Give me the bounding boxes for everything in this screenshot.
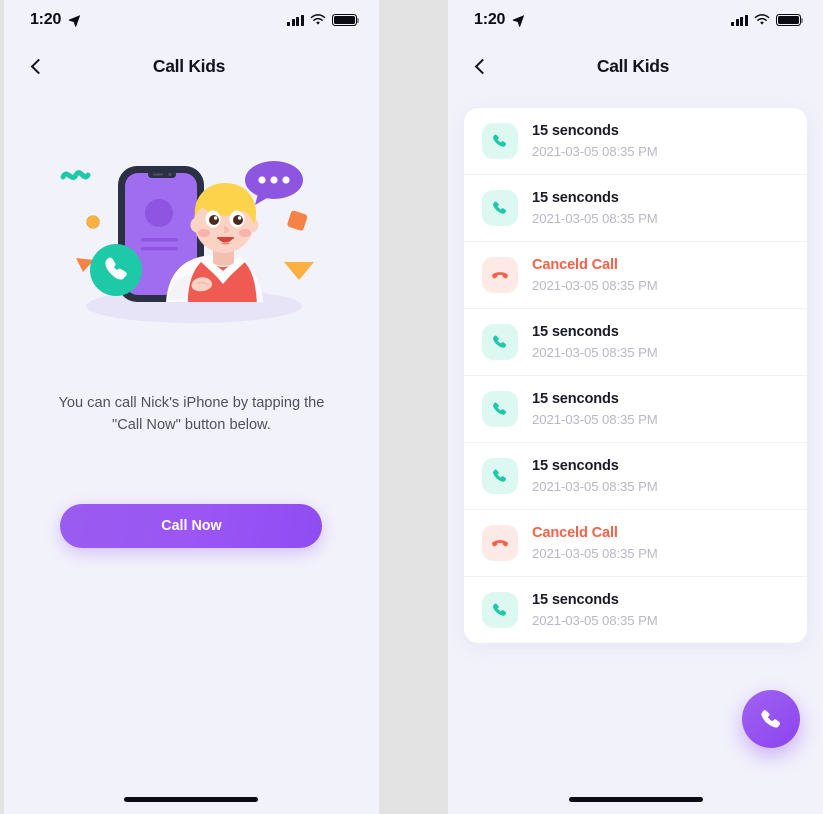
call-row-text: 15 senconds 2021-03-05 08:35 PM <box>532 458 658 494</box>
answered-call-icon-badge <box>482 123 518 159</box>
call-row-timestamp: 2021-03-05 08:35 PM <box>532 546 658 561</box>
status-bar-indicators <box>287 14 360 26</box>
new-call-fab-button[interactable] <box>742 690 800 748</box>
status-bar-time-group: 1:20 <box>30 11 81 29</box>
wifi-icon <box>310 14 326 25</box>
call-history-row[interactable]: 15 senconds 2021-03-05 08:35 PM <box>464 443 807 510</box>
canceled-call-icon-badge <box>482 525 518 561</box>
call-row-title: 15 senconds <box>532 190 619 206</box>
call-history-row[interactable]: 15 senconds 2021-03-05 08:35 PM <box>464 175 807 242</box>
two-phone-mockup: 1:20 Call Kids You can call Nick's iPhon… <box>0 0 823 814</box>
call-row-text: 15 senconds 2021-03-05 08:35 PM <box>532 324 658 360</box>
call-now-container: Call Now <box>4 504 379 549</box>
nav-bar: Call Kids <box>4 40 379 92</box>
phone-hangup-icon <box>492 540 508 547</box>
boy-with-phone-illustration <box>4 150 379 330</box>
call-row-text: Canceld Call 2021-03-05 08:35 PM <box>532 257 658 293</box>
status-bar: 1:20 <box>4 0 379 40</box>
signal-bars-icon <box>287 14 304 26</box>
answered-call-icon-badge <box>482 190 518 226</box>
call-row-timestamp: 2021-03-05 08:35 PM <box>532 278 658 293</box>
call-row-timestamp: 2021-03-05 08:35 PM <box>532 345 658 360</box>
back-button[interactable] <box>474 58 491 74</box>
phone-screen-call-history: 1:20 Call Kids 15 senconds 2021-03-05 08: <box>448 0 823 814</box>
call-row-text: Canceld Call 2021-03-05 08:35 PM <box>532 525 658 561</box>
call-row-text: 15 senconds 2021-03-05 08:35 PM <box>532 190 658 226</box>
battery-full-icon <box>331 14 360 26</box>
call-row-title: 15 senconds <box>532 592 619 608</box>
battery-full-icon <box>776 14 804 26</box>
phone-handset-icon <box>493 335 507 348</box>
call-history-row[interactable]: 15 senconds 2021-03-05 08:35 PM <box>464 309 807 376</box>
phone-handset-icon <box>493 402 507 415</box>
call-row-title: 15 senconds <box>532 391 619 407</box>
chat-bubble <box>245 161 304 205</box>
call-row-text: 15 senconds 2021-03-05 08:35 PM <box>532 123 658 159</box>
call-now-button[interactable]: Call Now <box>60 504 323 549</box>
menu-button[interactable] <box>334 58 355 75</box>
call-history-row[interactable]: Canceld Call 2021-03-05 08:35 PM <box>464 510 807 577</box>
nav-bar: Call Kids <box>448 40 823 92</box>
status-bar-indicators <box>731 14 804 26</box>
call-history-row[interactable]: Canceld Call 2021-03-05 08:35 PM <box>464 242 807 309</box>
phone-handset-icon <box>493 134 507 147</box>
status-bar-time: 1:20 <box>474 11 506 28</box>
call-history-row[interactable]: 15 senconds 2021-03-05 08:35 PM <box>464 108 807 175</box>
call-history-list: 15 senconds 2021-03-05 08:35 PM 15 sencond… <box>464 108 807 643</box>
page-title: Call Kids <box>596 55 670 76</box>
home-indicator <box>568 797 703 802</box>
call-row-title: 15 senconds <box>532 123 619 139</box>
center-gutter <box>378 0 448 814</box>
call-history-row[interactable]: 15 senconds 2021-03-05 08:35 PM <box>464 376 807 443</box>
call-row-timestamp: 2021-03-05 08:35 PM <box>532 479 658 494</box>
call-row-title: 15 senconds <box>532 458 619 474</box>
location-arrow-icon <box>68 14 81 27</box>
call-row-timestamp: 2021-03-05 08:35 PM <box>532 613 658 628</box>
home-indicator <box>124 797 259 802</box>
phone-hangup-icon <box>492 272 508 279</box>
help-text: You can call Nick's iPhone by tapping th… <box>58 395 325 434</box>
call-row-timestamp: 2021-03-05 08:35 PM <box>532 144 658 159</box>
answered-call-icon-badge <box>482 592 518 628</box>
phone-call-icon <box>761 710 781 728</box>
page-title: Call Kids <box>152 55 226 76</box>
call-row-title: Canceld Call <box>532 257 618 273</box>
answered-call-icon-badge <box>482 324 518 360</box>
back-button[interactable] <box>30 58 47 74</box>
call-history-row[interactable]: 15 senconds 2021-03-05 08:35 PM <box>464 577 807 643</box>
call-row-timestamp: 2021-03-05 08:35 PM <box>532 412 658 427</box>
chevron-left-icon <box>30 58 47 74</box>
phone-handset-icon <box>493 201 507 214</box>
call-row-title: Canceld Call <box>532 525 618 541</box>
status-bar-time: 1:20 <box>29 11 62 28</box>
canceled-call-icon-badge <box>482 257 518 293</box>
status-bar-time-group: 1:20 <box>474 11 525 29</box>
answered-call-icon-badge <box>482 391 518 427</box>
call-row-text: 15 senconds 2021-03-05 08:35 PM <box>532 391 658 427</box>
signal-bars-icon <box>731 14 748 26</box>
chevron-left-icon <box>474 58 491 74</box>
phone-screen-call-prompt: 1:20 Call Kids You can call Nick's iPhon… <box>3 0 379 814</box>
location-arrow-icon <box>512 14 525 27</box>
call-row-text: 15 senconds 2021-03-05 08:35 PM <box>532 592 658 628</box>
call-row-timestamp: 2021-03-05 08:35 PM <box>532 211 658 226</box>
call-row-title: 15 senconds <box>532 324 619 340</box>
answered-call-icon-badge <box>482 458 518 494</box>
wifi-icon <box>754 14 770 25</box>
menu-button[interactable] <box>778 58 799 75</box>
status-bar: 1:20 <box>448 0 823 40</box>
phone-handset-icon <box>493 469 507 482</box>
phone-handset-icon <box>493 603 507 616</box>
